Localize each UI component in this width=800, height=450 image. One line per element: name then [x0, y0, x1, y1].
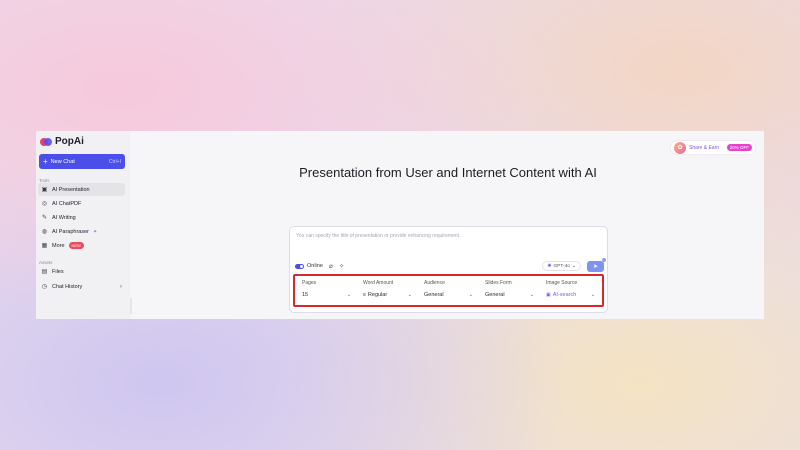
new-chat-shortcut: Ctrl+I [108, 158, 121, 165]
chevron-down-icon: ⌄ [407, 291, 412, 298]
new-badge: NEW [68, 242, 84, 249]
send-icon: ➤ [592, 263, 599, 270]
sidebar-item-ai-writing[interactable]: ✎ AI Writing [38, 211, 125, 224]
sidebar-item-label: AI ChatPDF [52, 200, 82, 207]
sparkle-icon: ✦ [93, 228, 98, 235]
sidebar-item-files[interactable]: ▤ Files [38, 265, 125, 278]
popai-logo-icon [40, 137, 52, 147]
option-label: Pages [302, 280, 317, 286]
model-label: GPT-4o [553, 263, 570, 269]
sidebar-item-label: AI Presentation [52, 186, 90, 193]
chevron-down-icon: ⌄ [590, 291, 595, 298]
option-value: General [485, 291, 505, 298]
main-content: ✿ Share & Earn 20% OFF Presentation from… [132, 131, 764, 319]
composer: You can specify the title of presentatio… [289, 226, 608, 313]
pdf-icon: ◎ [41, 201, 48, 207]
logo[interactable]: PopAi [40, 136, 84, 147]
word-amount-select[interactable]: ≡ Regular ⌄ [360, 289, 415, 300]
prompt-input[interactable]: You can specify the title of presentatio… [296, 233, 460, 239]
sidebar-item-label: Files [52, 268, 64, 275]
option-label: Image Source [546, 280, 578, 286]
plus-icon: + [43, 156, 48, 166]
attach-icon[interactable]: ⌀ [329, 262, 333, 270]
online-label: Online [307, 263, 323, 269]
image-source-select[interactable]: ▣ AI-search ⌄ [543, 289, 598, 300]
sidebar-item-label: AI Writing [52, 214, 76, 221]
sidebar-item-more[interactable]: ▦ More NEW [38, 239, 125, 252]
new-chat-label: New Chat [50, 158, 75, 165]
app-name: PopAi [55, 136, 84, 147]
option-value: AI-search [552, 291, 577, 298]
grid-icon: ▦ [41, 243, 48, 249]
option-image-source: Image Source ▣ AI-search ⌄ [543, 280, 598, 300]
history-icon: ◷ [41, 284, 48, 290]
slides-form-select[interactable]: General ⌄ [482, 289, 537, 300]
option-value: Regular [367, 291, 388, 298]
presentation-icon: ▣ [41, 187, 48, 193]
sidebar-item-ai-chatpdf[interactable]: ◎ AI ChatPDF [38, 197, 125, 210]
pages-select[interactable]: 15 ⌄ [299, 289, 354, 300]
option-label: Audience [424, 280, 445, 286]
chevron-right-icon: › [120, 283, 122, 290]
send-button[interactable]: ➤ [587, 257, 606, 272]
chevron-down-icon: ⌄ [346, 291, 351, 298]
chevron-down-icon: ⌄ [468, 291, 473, 298]
share-earn-button[interactable]: ✿ Share & Earn 20% OFF [670, 140, 756, 155]
new-chat-button[interactable]: + New Chat Ctrl+I [39, 154, 125, 169]
files-icon: ▤ [41, 269, 48, 275]
composer-toolbar: Online ⌀ ✧ ✺ GPT-4o ⌄ ➤ [295, 257, 606, 272]
discount-badge: 20% OFF [726, 144, 752, 151]
send-indicator-dot [602, 257, 606, 262]
option-slides-form: Slides Form General ⌄ [482, 280, 537, 300]
sidebar: PopAi + New Chat Ctrl+I Tools ▣ AI Prese… [36, 131, 130, 319]
app-window: PopAi + New Chat Ctrl+I Tools ▣ AI Prese… [36, 131, 764, 319]
magic-wand-icon[interactable]: ✧ [339, 262, 344, 270]
gift-icon: ✿ [674, 141, 686, 154]
sidebar-item-label: AI Paraphraser [52, 228, 89, 235]
pen-icon: ✎ [41, 215, 48, 221]
option-value: General [424, 291, 444, 298]
online-toggle[interactable] [295, 263, 304, 269]
presentation-options: Pages 15 ⌄ Word Amount ≡ Regular ⌄ Audie [293, 274, 604, 307]
sidebar-item-ai-presentation[interactable]: ▣ AI Presentation [38, 183, 125, 196]
sidebar-item-label: Chat History [52, 283, 83, 290]
page-title: Presentation from User and Internet Cont… [299, 165, 597, 180]
sidebar-item-chat-history[interactable]: ◷ Chat History › [38, 280, 125, 293]
lines-icon: ≡ [363, 291, 366, 298]
paraphrase-icon: ◍ [41, 229, 48, 235]
option-word-amount: Word Amount ≡ Regular ⌄ [360, 280, 415, 300]
audience-select[interactable]: General ⌄ [421, 289, 476, 300]
share-earn-label: Share & Earn [689, 144, 720, 151]
option-label: Word Amount [363, 280, 394, 286]
option-label: Slides Form [485, 280, 512, 286]
sidebar-item-label: More [52, 242, 65, 249]
model-select[interactable]: ✺ GPT-4o ⌄ [542, 261, 581, 271]
sidebar-item-ai-paraphraser[interactable]: ◍ AI Paraphraser ✦ [38, 225, 125, 238]
model-icon: ✺ [547, 263, 552, 269]
image-icon: ▣ [546, 291, 551, 298]
option-audience: Audience General ⌄ [421, 280, 476, 300]
option-pages: Pages 15 ⌄ [299, 280, 354, 300]
option-value: 15 [302, 291, 309, 298]
chevron-down-icon: ⌄ [571, 263, 576, 269]
chevron-down-icon: ⌄ [529, 291, 534, 298]
